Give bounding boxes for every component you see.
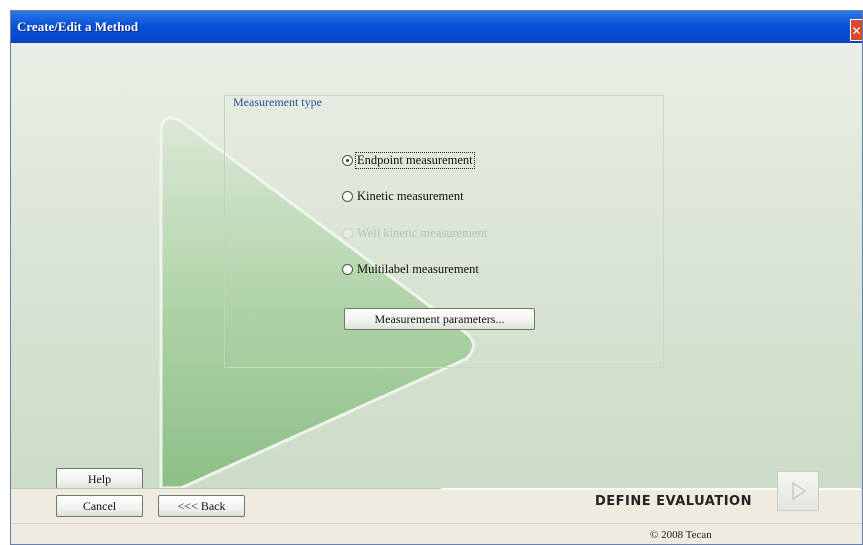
window-title: Create/Edit a Method bbox=[17, 19, 139, 34]
radio-button-selected[interactable] bbox=[342, 155, 353, 166]
radio-endpoint-measurement[interactable]: Endpoint measurement bbox=[342, 152, 475, 169]
radio-well-kinetic-measurement: Well kinetic measurement bbox=[342, 226, 488, 241]
close-button[interactable]: ✕ bbox=[850, 19, 862, 41]
radio-multilabel-measurement[interactable]: Multilabel measurement bbox=[342, 262, 480, 277]
measurement-parameters-button[interactable]: Measurement parameters... bbox=[344, 308, 535, 330]
radio-label: Well kinetic measurement bbox=[357, 226, 488, 240]
footer-bar: Cancel <<< Back DEFINE EVALUATION bbox=[11, 471, 862, 524]
copyright-text: © 2008 Tecan bbox=[650, 529, 712, 541]
help-button[interactable]: Help bbox=[56, 468, 143, 488]
next-button[interactable] bbox=[777, 471, 819, 511]
radio-button[interactable] bbox=[342, 264, 353, 275]
radio-button-disabled bbox=[342, 228, 353, 239]
status-bar: © 2008 Tecan bbox=[11, 523, 862, 544]
title-bar[interactable]: Create/Edit a Method ✕ bbox=[11, 11, 862, 43]
group-label: Measurement type bbox=[233, 95, 322, 109]
radio-button[interactable] bbox=[342, 191, 353, 202]
dialog-content: Measurement type Endpoint measurement Ki… bbox=[11, 43, 862, 488]
radio-label: Multilabel measurement bbox=[357, 262, 479, 276]
radio-kinetic-measurement[interactable]: Kinetic measurement bbox=[342, 189, 465, 204]
step-label: DEFINE EVALUATION bbox=[595, 494, 752, 509]
back-button[interactable]: <<< Back bbox=[158, 495, 245, 517]
close-icon: ✕ bbox=[851, 24, 862, 38]
cancel-button[interactable]: Cancel bbox=[56, 495, 143, 517]
play-arrow-icon bbox=[792, 481, 807, 501]
method-dialog-window: Create/Edit a Method ✕ Measurement type … bbox=[10, 10, 863, 545]
radio-label: Endpoint measurement bbox=[355, 152, 475, 169]
radio-label: Kinetic measurement bbox=[357, 189, 464, 203]
